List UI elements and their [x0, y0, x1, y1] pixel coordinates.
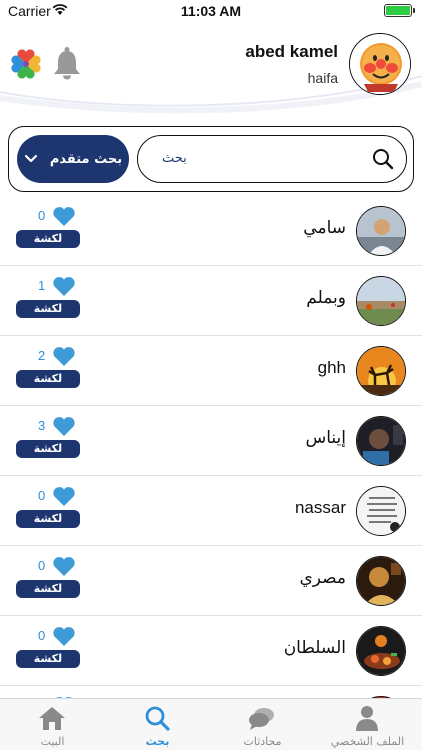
golden-photo-image [357, 557, 405, 605]
tab-home[interactable]: البيت [0, 699, 105, 750]
user-name: وبملم [306, 288, 346, 307]
status-bar: Carrier 11:03 AM [0, 0, 422, 22]
chat-bubbles-icon [249, 708, 274, 730]
user-name: السلطان [283, 638, 346, 657]
advanced-search-button[interactable]: بحث متقدم [17, 135, 129, 183]
user-avatar[interactable] [356, 626, 406, 676]
profile-city: haifa [307, 70, 338, 86]
search-icon[interactable] [372, 148, 394, 170]
heart-icon[interactable] [52, 626, 76, 647]
advanced-search-label: بحث متقدم [49, 151, 123, 167]
battery-icon [384, 4, 415, 17]
heart-icon[interactable] [52, 416, 76, 437]
like-count: 0 [38, 488, 46, 503]
wink-button[interactable]: لكشة [16, 650, 80, 668]
like-count: 1 [38, 278, 46, 293]
wink-button[interactable]: لكشة [16, 580, 80, 598]
user-avatar[interactable] [356, 416, 406, 466]
home-icon [39, 707, 65, 730]
tab-bar: البيت بحث محادثات الملف الشخصي [0, 698, 422, 750]
heart-icon[interactable] [52, 486, 76, 507]
user-list: سامي 0 لكشة وبملم 1 لكشة ghh 2 لكشة إينا… [0, 196, 422, 698]
landscape-photo-image [357, 277, 405, 325]
search-icon [145, 706, 170, 731]
heart-icon[interactable] [52, 276, 76, 297]
list-item[interactable]: مصري 0 لكشة [0, 546, 422, 616]
tab-label: البيت [40, 735, 65, 748]
search-placeholder: بحث [162, 151, 187, 166]
like-count: 0 [38, 628, 46, 643]
profile-name: abed kamel [245, 42, 338, 61]
list-item-partial[interactable] [0, 686, 422, 698]
wink-button[interactable]: لكشة [16, 300, 80, 318]
tab-label: محادثات [243, 735, 282, 748]
tab-label: الملف الشخصي [330, 735, 405, 748]
cartoon-character-avatar [350, 34, 410, 94]
user-avatar[interactable] [356, 276, 406, 326]
user-avatar[interactable] [356, 556, 406, 606]
user-name: مصري [299, 568, 346, 587]
food-dish-photo-image [357, 627, 405, 675]
user-avatar[interactable] [356, 486, 406, 536]
user-name: nassar [294, 498, 346, 517]
clock: 11:03 AM [180, 3, 242, 19]
tab-profile[interactable]: الملف الشخصي [315, 699, 420, 750]
app-logo-icon [11, 49, 41, 79]
like-count: 2 [38, 348, 46, 363]
list-item[interactable]: إيناس 3 لكشة [0, 406, 422, 476]
wink-button[interactable]: لكشة [16, 510, 80, 528]
wink-button[interactable]: لكشة [16, 440, 80, 458]
user-name: ghh [317, 358, 346, 377]
person-icon [356, 706, 378, 731]
user-avatar[interactable] [356, 206, 406, 256]
tab-label: بحث [145, 735, 170, 748]
user-avatar[interactable] [356, 346, 406, 396]
dark-selfie-photo-image [357, 417, 405, 465]
deer-sunset-photo-image [357, 347, 405, 395]
notification-bell-icon[interactable] [52, 46, 82, 80]
wink-button[interactable]: لكشة [16, 370, 80, 388]
header: abed kamel haifa [0, 22, 422, 114]
like-count: 0 [38, 558, 46, 573]
list-item[interactable]: وبملم 1 لكشة [0, 266, 422, 336]
heart-icon[interactable] [52, 556, 76, 577]
list-item[interactable]: سامي 0 لكشة [0, 196, 422, 266]
like-count: 3 [38, 418, 46, 433]
heart-icon[interactable] [52, 206, 76, 227]
chevron-down-icon [24, 154, 37, 163]
list-item[interactable]: ghh 2 لكشة [0, 336, 422, 406]
tab-chats[interactable]: محادثات [210, 699, 315, 750]
user-name: سامي [303, 218, 346, 237]
list-item[interactable]: السلطان 0 لكشة [0, 616, 422, 686]
user-name: إيناس [305, 428, 346, 447]
search-input[interactable]: بحث [137, 135, 407, 183]
person-photo-image [357, 207, 405, 255]
wink-button[interactable]: لكشة [16, 230, 80, 248]
search-panel: بحث متقدم بحث [8, 126, 414, 192]
like-count: 0 [38, 208, 46, 223]
tab-search[interactable]: بحث [105, 699, 210, 750]
heart-icon[interactable] [52, 346, 76, 367]
text-note-photo-image [357, 487, 405, 535]
list-item[interactable]: nassar 0 لكشة [0, 476, 422, 546]
profile-avatar[interactable] [349, 33, 411, 95]
